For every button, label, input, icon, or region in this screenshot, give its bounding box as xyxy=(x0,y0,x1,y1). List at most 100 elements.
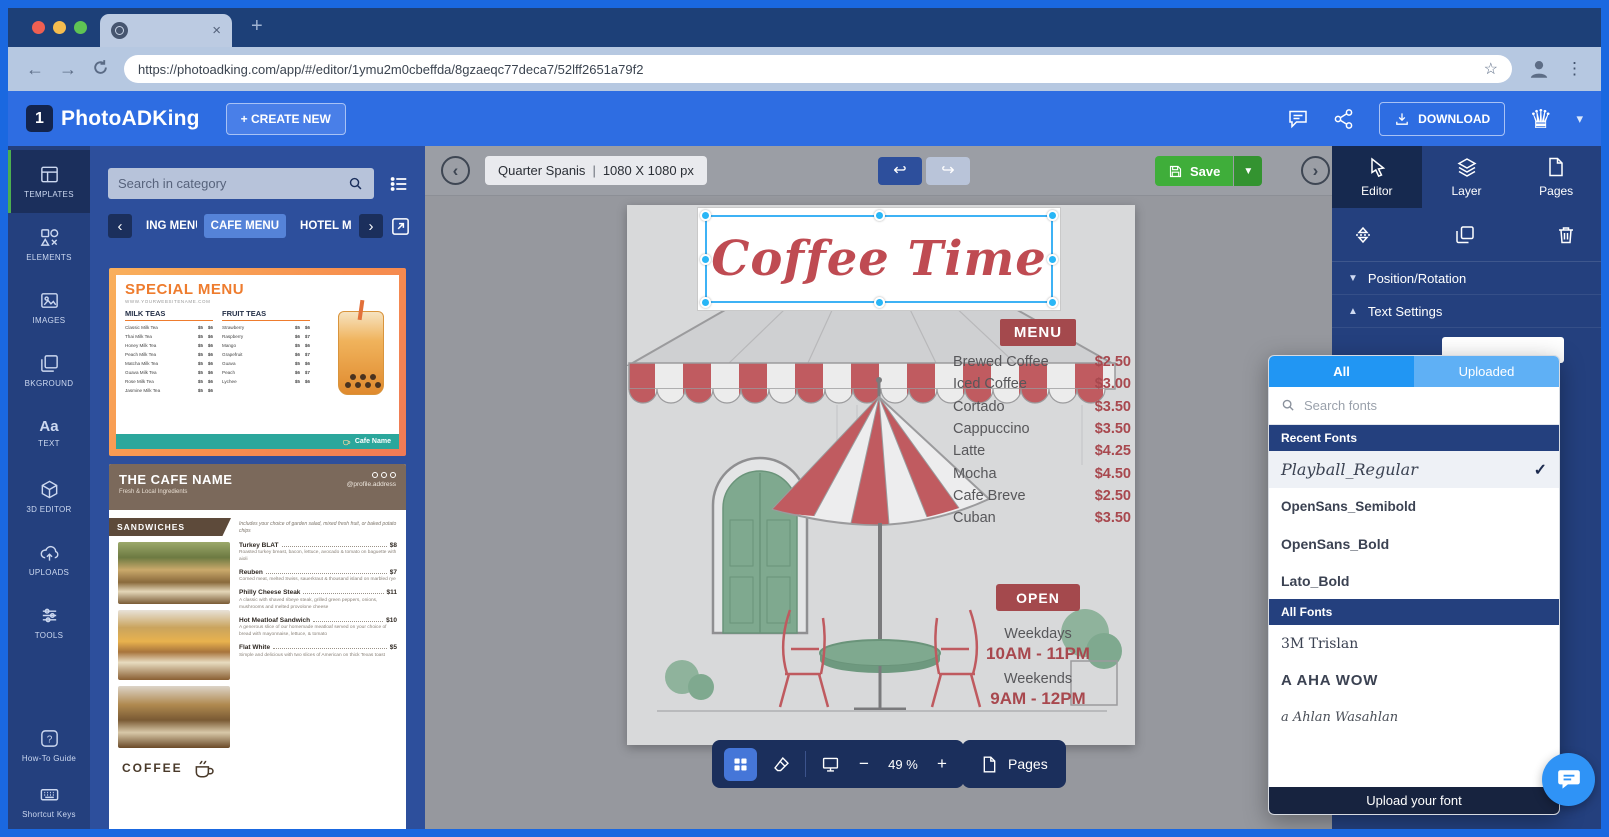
duplicate-icon[interactable] xyxy=(1454,224,1476,246)
menu-badge[interactable]: MENU xyxy=(1000,319,1076,346)
open-badge[interactable]: OPEN xyxy=(996,584,1080,611)
selection-handle[interactable] xyxy=(1047,210,1058,221)
sidebar-item-shortcut-keys[interactable]: Shortcut Keys xyxy=(8,773,90,829)
sidebar-item-elements[interactable]: ELEMENTS xyxy=(8,213,90,276)
design-hours[interactable]: Weekdays 10AM - 11PM Weekends 9AM - 12PM xyxy=(948,619,1128,709)
url-input[interactable] xyxy=(138,61,1474,77)
images-icon xyxy=(40,293,58,308)
font-tab-all[interactable]: All xyxy=(1269,356,1414,387)
save-button[interactable]: Save xyxy=(1155,156,1234,186)
next-template-icon[interactable]: › xyxy=(1301,156,1330,185)
sidebar-item-tools[interactable]: TOOLS xyxy=(8,591,90,654)
category-search-input[interactable] xyxy=(118,176,348,191)
zoom-out-button[interactable]: − xyxy=(854,754,874,774)
svg-text:?: ? xyxy=(46,734,52,745)
font-search-input[interactable] xyxy=(1304,398,1547,413)
bookmark-star-icon[interactable]: ☆ xyxy=(1484,59,1498,79)
font-item-a-aha-wow[interactable]: A AHA WOW xyxy=(1269,662,1559,699)
selection-handle[interactable] xyxy=(700,254,711,265)
tab-close-icon[interactable]: × xyxy=(212,23,221,38)
sidebar-item-text[interactable]: Aa TEXT xyxy=(8,402,90,465)
sidebar-item-3d-editor[interactable]: 3D EDITOR xyxy=(8,465,90,528)
category-search[interactable] xyxy=(108,168,374,199)
font-item-lato-bold[interactable]: Lato_Bold xyxy=(1269,562,1559,599)
sidebar-item-templates[interactable]: TEMPLATES xyxy=(8,150,90,213)
upload-font-button[interactable]: Upload your font xyxy=(1269,787,1559,814)
present-icon[interactable] xyxy=(816,750,844,778)
font-item-playball[interactable]: Playball_Regular ✓ xyxy=(1269,451,1559,488)
categories-next-button[interactable]: › xyxy=(359,214,383,238)
list-view-icon[interactable] xyxy=(389,174,409,194)
font-search[interactable] xyxy=(1269,387,1559,425)
maximize-window-button[interactable] xyxy=(74,21,87,34)
hours-row: Weekends 9AM - 12PM xyxy=(990,671,1086,708)
redo-button[interactable]: ↪ xyxy=(926,157,970,185)
selection-handle[interactable] xyxy=(874,210,885,221)
selection-handle[interactable] xyxy=(1047,254,1058,265)
selection-handle[interactable] xyxy=(874,297,885,308)
refresh-icon[interactable] xyxy=(92,59,109,79)
design-price-list[interactable]: Brewed Coffee $2.50 Iced Coffee $3.00 Cortad… xyxy=(953,351,1131,529)
address-bar[interactable]: ☆ xyxy=(124,55,1512,83)
tab-pages[interactable]: Pages xyxy=(1511,146,1601,208)
profile-avatar[interactable] xyxy=(1527,57,1551,81)
category-tab-cafe-menu[interactable]: CAFE MENU xyxy=(203,214,287,238)
download-button[interactable]: DOWNLOAD xyxy=(1379,101,1506,136)
categories-prev-button[interactable]: ‹ xyxy=(108,214,132,238)
font-item-opensans-bold[interactable]: OpenSans_Bold xyxy=(1269,525,1559,562)
new-tab-button[interactable]: + xyxy=(251,15,263,38)
selected-text-element[interactable]: Coffee Time xyxy=(697,207,1061,311)
create-new-button[interactable]: + CREATE NEW xyxy=(225,102,346,135)
feedback-icon[interactable] xyxy=(1287,108,1309,130)
delete-icon[interactable] xyxy=(1555,224,1577,246)
close-window-button[interactable] xyxy=(32,21,45,34)
save-dropdown-button[interactable]: ▼ xyxy=(1234,156,1263,186)
templates-search-row xyxy=(108,168,409,199)
sandwich-photo xyxy=(118,542,230,604)
share-icon[interactable] xyxy=(1333,108,1355,130)
flip-icon[interactable] xyxy=(1352,224,1374,246)
prev-template-icon[interactable]: ‹ xyxy=(441,156,470,185)
premium-queen-icon[interactable]: ♛ xyxy=(1529,106,1552,132)
sidebar-item-images[interactable]: IMAGES xyxy=(8,276,90,339)
category-tab-wedding-menu[interactable]: ING MENU xyxy=(139,214,197,238)
account-chevron-icon[interactable]: ▾ xyxy=(1576,111,1583,127)
section-position-rotation[interactable]: ▼ Position/Rotation xyxy=(1332,262,1601,295)
font-tab-uploaded[interactable]: Uploaded xyxy=(1414,356,1559,387)
zoom-in-button[interactable]: + xyxy=(932,754,952,774)
photoadking-logo[interactable]: 1 PhotoADKing xyxy=(26,105,200,132)
search-icon[interactable] xyxy=(348,176,364,192)
pages-button[interactable]: Pages xyxy=(962,740,1066,788)
eraser-icon[interactable] xyxy=(767,750,795,778)
app-header: 1 PhotoADKing + CREATE NEW DOWNLOAD ♛ ▾ xyxy=(8,91,1601,146)
selection-handle[interactable] xyxy=(700,210,711,221)
sidebar-item-background[interactable]: BKGROUND xyxy=(8,339,90,402)
font-item-ahlan-wasahlan[interactable]: a Ahlan Wasahlan xyxy=(1269,699,1559,736)
chat-widget-button[interactable] xyxy=(1542,753,1595,806)
expand-categories-icon[interactable] xyxy=(390,216,411,237)
section-text-settings[interactable]: ▲ Text Settings xyxy=(1332,295,1601,328)
template-special-menu[interactable]: SPECIAL MENU WWW.YOURWEBSITENAME.COM MIL… xyxy=(109,268,406,456)
back-icon[interactable]: ← xyxy=(26,60,44,78)
browser-menu-icon[interactable]: ⋮ xyxy=(1566,59,1583,79)
design-canvas[interactable]: Coffee Time MENU Brewed Coffee $2.50 Iced … xyxy=(627,205,1135,745)
template-cafe-name[interactable]: THE CAFE NAME Fresh & Local Ingredients … xyxy=(109,464,406,829)
sidebar-item-uploads[interactable]: UPLOADS xyxy=(8,528,90,591)
font-item-3m-trislan[interactable]: 3M Trislan xyxy=(1269,625,1559,662)
category-tab-hotel-menu[interactable]: HOTEL ME xyxy=(293,214,352,238)
document-title[interactable]: Quarter Spanis | 1080 X 1080 px xyxy=(485,156,707,185)
recent-fonts-header: Recent Fonts xyxy=(1269,425,1559,451)
minimize-window-button[interactable] xyxy=(53,21,66,34)
undo-button[interactable]: ↩ xyxy=(878,157,922,185)
canvas-area[interactable]: ‹ Quarter Spanis | 1080 X 1080 px ↩ ↪ Sa… xyxy=(425,146,1332,829)
font-item-opensans-semibold[interactable]: OpenSans_Semibold xyxy=(1269,488,1559,525)
tab-layer[interactable]: Layer xyxy=(1422,146,1512,208)
design-heading-text[interactable]: Coffee Time xyxy=(698,208,1060,310)
selection-handle[interactable] xyxy=(1047,297,1058,308)
tab-editor[interactable]: Editor xyxy=(1332,146,1422,208)
selection-handle[interactable] xyxy=(700,297,711,308)
forward-icon[interactable]: → xyxy=(59,60,77,78)
grid-view-button[interactable] xyxy=(724,747,757,781)
sidebar-item-how-to-guide[interactable]: ? How-To Guide xyxy=(8,717,90,773)
browser-tab[interactable]: × xyxy=(100,14,232,47)
